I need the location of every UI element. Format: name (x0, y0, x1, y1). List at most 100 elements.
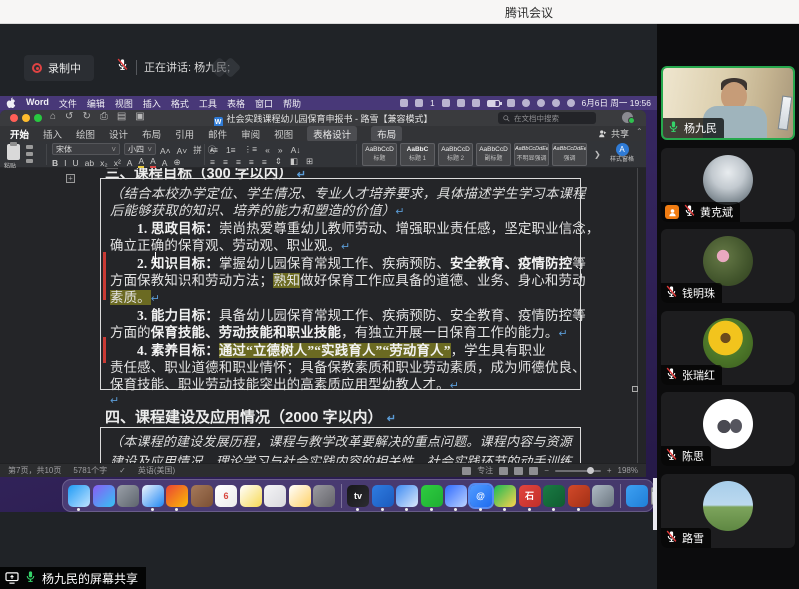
paste-icon[interactable] (7, 144, 20, 160)
gear-icon[interactable] (415, 99, 423, 107)
language-indicator[interactable]: 英语(美国) (138, 465, 175, 476)
dock-excel-icon[interactable] (543, 485, 565, 507)
word-count[interactable]: 5781个字 (73, 465, 107, 476)
menu-窗口[interactable]: 窗口 (255, 97, 273, 110)
dock-reminders-icon[interactable] (264, 485, 286, 507)
tab-引用[interactable]: 引用 (175, 127, 194, 141)
search-box[interactable]: 在文档中搜索 (498, 112, 596, 124)
tab-邮件[interactable]: 邮件 (208, 127, 227, 141)
focus-mode-icon[interactable] (462, 467, 471, 475)
new-doc-icon[interactable]: ▤ (117, 111, 126, 122)
menu-app-name[interactable]: Word (26, 97, 49, 110)
wifi-icon[interactable] (507, 99, 515, 107)
style-card-标题 1[interactable]: AaBbC标题 1 (400, 143, 435, 166)
borders-icon[interactable]: ⊞ (306, 156, 313, 167)
style-card-强调[interactable]: AaBbCcDdEe强调 (552, 143, 587, 166)
print-icon[interactable]: ⎙ (100, 111, 108, 122)
align-right-icon[interactable]: ≡ (236, 157, 241, 167)
tab-布局[interactable]: 布局 (371, 126, 402, 142)
save-icon[interactable]: ▣ (135, 111, 144, 122)
style-card-副标题[interactable]: AaBbCcD副标题 (476, 143, 511, 166)
home-icon[interactable]: ⌂ (50, 111, 56, 122)
meeting-icon[interactable] (567, 99, 575, 107)
dock-tencent-video-icon[interactable] (494, 485, 516, 507)
zoom-in-icon[interactable]: + (607, 466, 612, 475)
minimize-button[interactable] (22, 114, 30, 122)
collapse-ribbon-button[interactable]: ⌃ (636, 127, 643, 136)
table-move-handle[interactable]: + (66, 174, 75, 183)
zoom-button[interactable] (34, 114, 42, 122)
outline-view-icon[interactable] (529, 467, 538, 475)
tab-开始[interactable]: 开始 (10, 127, 29, 141)
font-name-select[interactable]: 宋体˅ (52, 143, 120, 155)
styles-pane-button[interactable]: A 样式窗格 (602, 143, 642, 164)
bold-icon[interactable]: B (52, 158, 58, 168)
underline-icon[interactable]: U (73, 158, 79, 168)
menu-插入[interactable]: 插入 (143, 97, 161, 110)
text-effects-icon[interactable]: A (127, 158, 133, 168)
participant-tile-杨九民[interactable]: 杨九民 (661, 66, 795, 140)
close-button[interactable] (10, 114, 18, 122)
highlight-color-icon[interactable]: A (138, 156, 144, 168)
recording-badge[interactable]: 录制中 (24, 55, 94, 81)
style-card-标题 2[interactable]: AaBbCcD标题 2 (438, 143, 473, 166)
dock-powerpoint-icon[interactable] (568, 485, 590, 507)
tab-绘图[interactable]: 绘图 (76, 127, 95, 141)
dock-active-meeting-app-icon[interactable]: @ (470, 485, 492, 507)
dock-safari-icon[interactable] (142, 485, 164, 507)
cloud-icon[interactable] (442, 99, 450, 107)
clock-icon[interactable] (522, 99, 530, 107)
undo-icon[interactable]: ↺ (65, 111, 73, 122)
justify-icon[interactable]: ≡ (249, 157, 254, 167)
participant-tile-钱明珠[interactable]: 钱明珠 (661, 229, 795, 303)
multilevel-icon[interactable]: ⋮≡ (244, 144, 257, 155)
tab-插入[interactable]: 插入 (43, 127, 62, 141)
account-avatar[interactable] (622, 112, 633, 123)
clipboard-small-icons[interactable] (26, 145, 33, 163)
decrease-font-icon[interactable]: A˅ (177, 146, 188, 156)
align-left-icon[interactable]: ≡ (210, 157, 215, 167)
spellcheck-icon[interactable]: ✓ (119, 466, 126, 475)
dock-calendar-icon[interactable]: 6 (215, 485, 237, 507)
menu-工具[interactable]: 工具 (199, 97, 217, 110)
menubar-clock[interactable]: 6月6日 周一 19:56 (582, 97, 651, 109)
tab-设计[interactable]: 设计 (109, 127, 128, 141)
dock-siri-icon[interactable] (93, 485, 115, 507)
line-spacing-icon[interactable]: ⇕ (275, 156, 282, 167)
zoom-slider[interactable] (555, 470, 601, 472)
bullets-icon[interactable]: •≡ (210, 145, 218, 155)
font-size-select[interactable]: 小四˅ (124, 143, 156, 155)
dock-chrome-icon[interactable] (166, 485, 188, 507)
menu-编辑[interactable]: 编辑 (87, 97, 105, 110)
menu-表格[interactable]: 表格 (227, 97, 245, 110)
document-canvas[interactable]: 三、课程目标（300 字以内） ↵ + （结合本校办学定位、学生情况、专业人才培… (0, 168, 646, 463)
zoom-level[interactable]: 198% (618, 466, 638, 475)
web-layout-icon[interactable] (514, 467, 523, 475)
strikethrough-icon[interactable]: ab (85, 158, 94, 168)
tab-视图[interactable]: 视图 (274, 127, 293, 141)
increase-font-icon[interactable]: A˄ (160, 146, 171, 156)
apple-logo-icon[interactable] (6, 97, 16, 110)
dock-wechat-icon[interactable] (421, 485, 443, 507)
shapes-icon[interactable] (400, 99, 408, 107)
font-color-icon[interactable]: A (150, 156, 156, 168)
dock-notes-icon[interactable] (240, 485, 262, 507)
menu-视图[interactable]: 视图 (115, 97, 133, 110)
bluetooth-icon[interactable] (457, 99, 465, 107)
superscript-icon[interactable]: x² (114, 158, 121, 168)
document-scrollbar[interactable] (637, 168, 638, 463)
tab-表格设计[interactable]: 表格设计 (307, 126, 357, 142)
search-icon[interactable] (537, 99, 545, 107)
tab-布局[interactable]: 布局 (142, 127, 161, 141)
participant-tile-陈思[interactable]: 陈思 (661, 392, 795, 466)
subscript-icon[interactable]: x₂ (100, 158, 108, 168)
dock-onedrive-icon[interactable] (372, 485, 394, 507)
zoom-out-icon[interactable]: − (544, 466, 549, 475)
dock-system-preferences-icon[interactable] (313, 485, 335, 507)
table-resize-handle[interactable] (632, 386, 638, 392)
battery-icon[interactable] (487, 100, 500, 107)
dock-shimo-docs-icon[interactable]: 石 (519, 485, 541, 507)
dock-finder-icon[interactable] (68, 485, 90, 507)
asian-layout-icon[interactable]: ⊕ (173, 157, 180, 168)
redo-icon[interactable]: ↻ (82, 111, 90, 122)
